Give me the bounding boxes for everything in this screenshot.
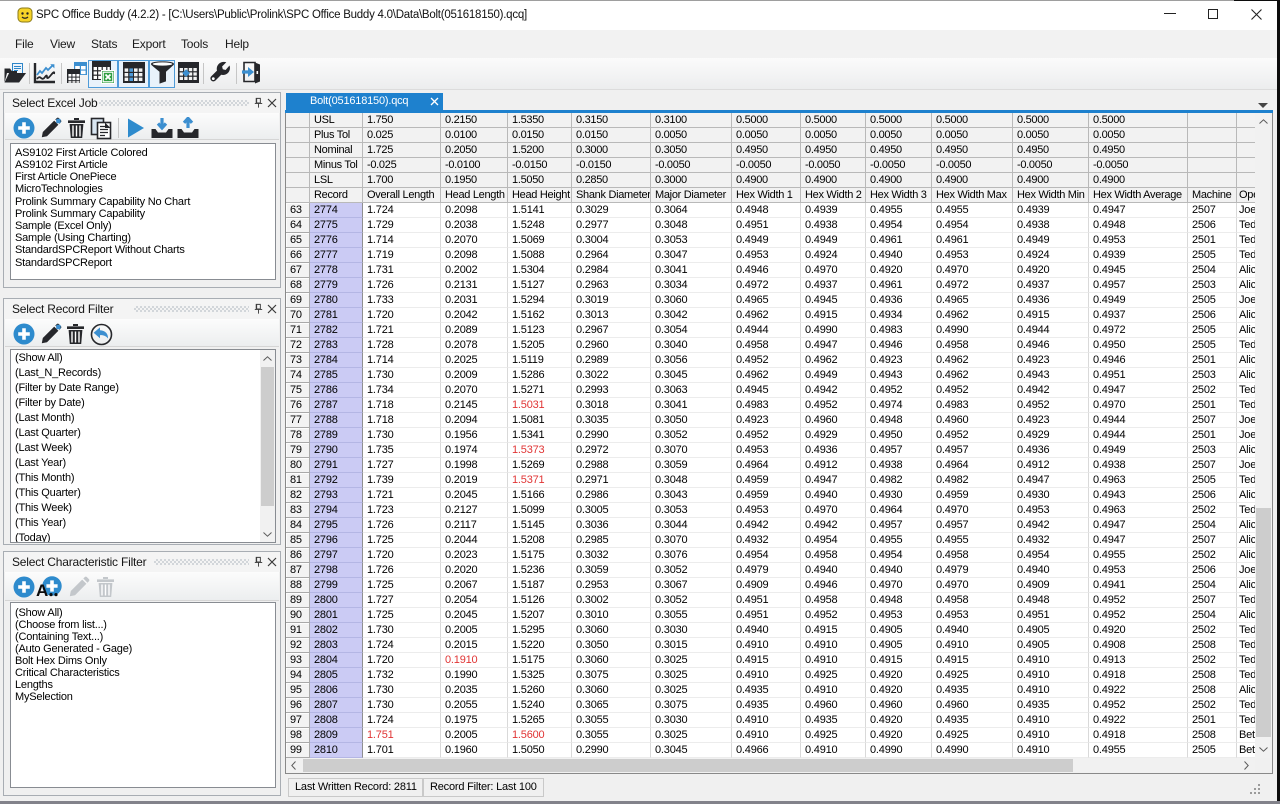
svg-text:A: A (36, 581, 48, 600)
